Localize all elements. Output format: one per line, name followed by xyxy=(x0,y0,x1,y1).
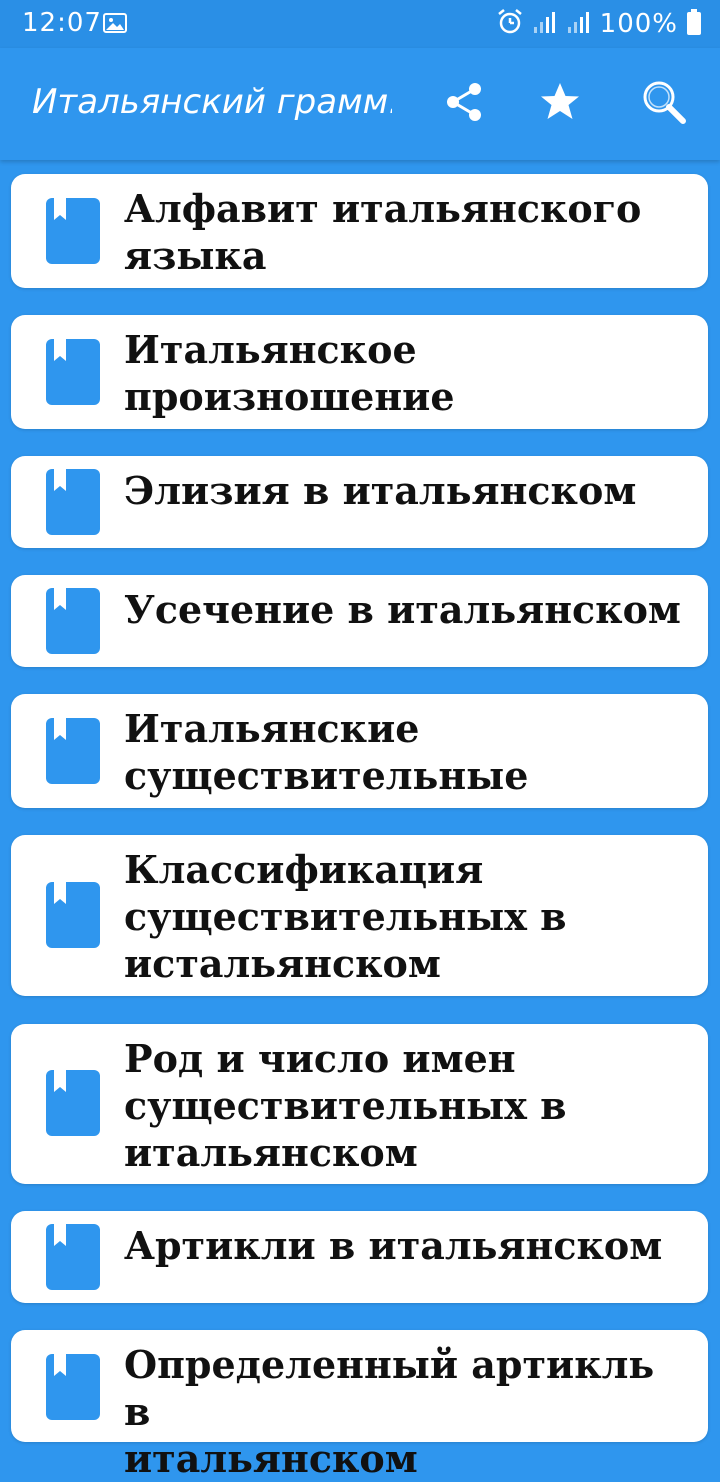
search-icon xyxy=(639,77,689,131)
list-item-label: Итальянское произношение xyxy=(124,327,455,419)
status-bar: 12:07 100% xyxy=(0,0,720,48)
list-item[interactable]: Итальянские существительные xyxy=(11,694,708,808)
list-item-label: Усечение в итальянском xyxy=(124,587,681,632)
app-bar: Итальянский грамм... xyxy=(0,48,720,160)
list-item-label: Род и число имен существительных в италь… xyxy=(124,1036,567,1175)
search-button[interactable] xyxy=(636,76,692,132)
bookmark-icon xyxy=(46,882,100,948)
list-item-label: Определенный артикль в итальянском xyxy=(124,1342,655,1481)
bookmark-icon xyxy=(46,588,100,654)
signal-icon xyxy=(566,9,592,39)
bookmark-icon xyxy=(46,1224,100,1290)
list-item[interactable]: Род и число имен существительных в италь… xyxy=(11,1024,708,1184)
app-title: Итальянский грамм... xyxy=(32,82,392,122)
status-icons: 100% xyxy=(496,8,702,40)
list-item-label: Алфавит итальянского языка xyxy=(124,186,642,278)
list-item-label: Классификация существительных в истальян… xyxy=(124,847,567,986)
share-button[interactable] xyxy=(436,76,492,132)
signal-icon xyxy=(532,9,558,39)
bookmark-icon xyxy=(46,1070,100,1136)
share-icon xyxy=(442,80,486,128)
list-item[interactable]: Классификация существительных в истальян… xyxy=(11,835,708,996)
list-item-label: Артикли в итальянском xyxy=(124,1223,663,1268)
star-icon xyxy=(538,80,582,128)
bookmark-icon xyxy=(46,339,100,405)
alarm-icon xyxy=(496,8,524,40)
list-item[interactable]: Итальянское произношение xyxy=(11,315,708,429)
bookmark-icon xyxy=(46,1354,100,1420)
list-item[interactable]: Определенный артикль в итальянском xyxy=(11,1330,708,1481)
list-item-label: Элизия в итальянском xyxy=(124,468,637,513)
bookmark-icon xyxy=(46,469,100,535)
battery-percent: 100% xyxy=(599,9,678,39)
battery-icon xyxy=(686,8,702,40)
list-item[interactable]: Элизия в итальянском xyxy=(11,456,708,548)
bookmark-icon xyxy=(46,718,100,784)
bookmark-icon xyxy=(46,198,100,264)
status-time: 12:07 xyxy=(22,8,102,38)
list-item[interactable]: Артикли в итальянском xyxy=(11,1211,708,1303)
list-item-label: Итальянские существительные xyxy=(124,706,529,798)
favorites-button[interactable] xyxy=(532,76,588,132)
list-item[interactable]: Усечение в итальянском xyxy=(11,575,708,667)
gallery-icon xyxy=(103,13,127,33)
list-item[interactable]: Алфавит итальянского языка xyxy=(11,174,708,288)
